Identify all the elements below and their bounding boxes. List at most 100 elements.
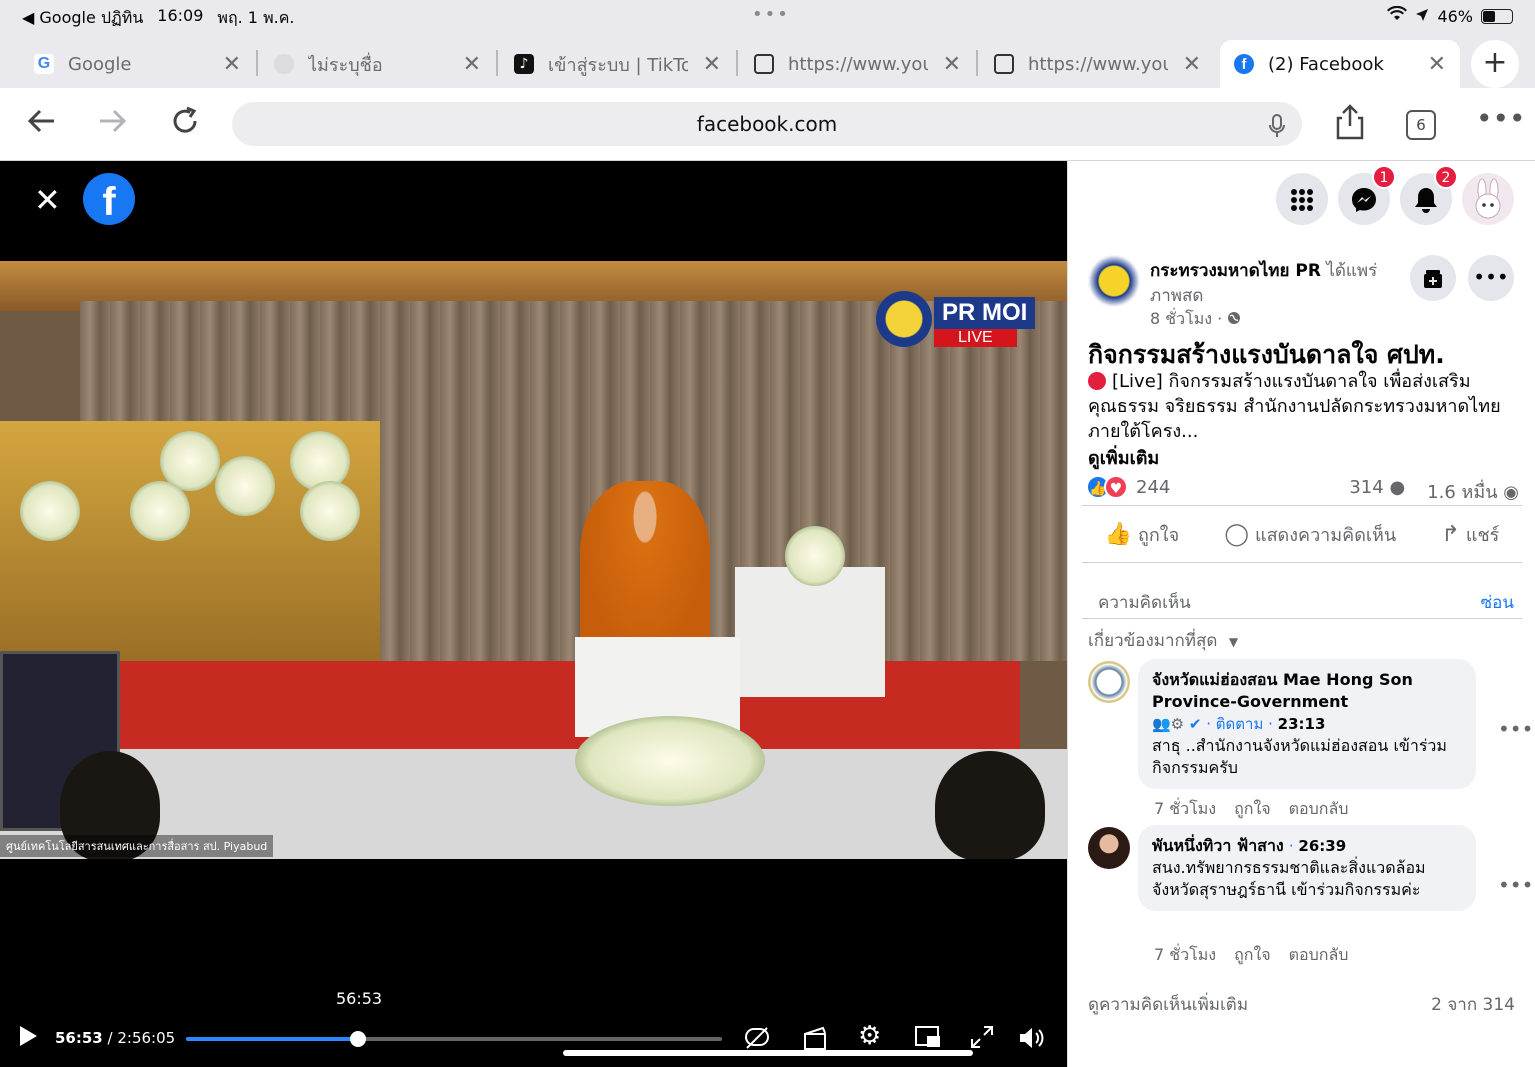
- profile-avatar[interactable]: [1462, 173, 1514, 225]
- view-more-comments-link[interactable]: ดูความคิดเห็นเพิ่มเติม: [1088, 991, 1248, 1018]
- settings-gear-icon[interactable]: ⚙: [858, 1021, 881, 1051]
- hover-time-tooltip: 56:53: [336, 989, 383, 1008]
- comment-age[interactable]: 7 ชั่วโมง: [1154, 797, 1216, 822]
- forward-arrow-icon[interactable]: [96, 104, 130, 146]
- page-icon: [754, 54, 774, 74]
- tab-google[interactable]: G Google ✕: [0, 40, 255, 88]
- back-arrow-icon[interactable]: [24, 104, 58, 146]
- multitasking-dots[interactable]: •••: [752, 4, 790, 25]
- time-display: 56:53 / 2:56:05: [55, 1029, 176, 1047]
- fullscreen-icon[interactable]: [970, 1025, 994, 1055]
- scene-table: [735, 567, 885, 697]
- seek-knob[interactable]: [350, 1031, 367, 1047]
- view-count-value: 1.6 หมื่น: [1427, 482, 1498, 503]
- close-tab-icon[interactable]: ✕: [1428, 52, 1446, 77]
- more-options-icon[interactable]: •••: [1476, 102, 1526, 135]
- comment-text: สาธุ ..สำนักงานจังหวัดแม่ฮ่องสอน เข้าร่ว…: [1152, 736, 1447, 777]
- scene-monk: [580, 481, 710, 661]
- video-player[interactable]: ✕ f PR MOI LIVE ศูนย์เทคโนโลยีสารสนเทศแล…: [0, 161, 1067, 1067]
- menu-grid-icon[interactable]: [1276, 173, 1328, 225]
- follow-link[interactable]: · ติดตาม ·: [1206, 715, 1273, 733]
- comment-sort-dropdown[interactable]: เกี่ยวข้องมากที่สุด ▼: [1088, 627, 1238, 654]
- comment-author[interactable]: พันหนึ่งทิวา ฟ้าสาง: [1152, 836, 1284, 855]
- volume-icon[interactable]: [1018, 1025, 1046, 1057]
- new-tab-button[interactable]: +: [1471, 40, 1519, 88]
- share-icon[interactable]: [1334, 104, 1366, 148]
- reload-icon[interactable]: [168, 104, 202, 146]
- play-icon[interactable]: [18, 1025, 38, 1053]
- comment-count[interactable]: 314 ●: [1349, 477, 1405, 506]
- tab-label: เข้าสู่ระบบ | TikTok: [548, 54, 688, 76]
- like-button[interactable]: 👍 ถูกใจ: [1105, 520, 1180, 549]
- reaction-summary[interactable]: 👍 ♥ 244: [1086, 475, 1170, 499]
- tab-youtube-2[interactable]: https://www.youtube ✕: [960, 40, 1215, 88]
- scene-flowers: [20, 481, 80, 541]
- scene-flowers: [575, 716, 765, 806]
- save-post-icon[interactable]: [1410, 255, 1456, 301]
- close-video-icon[interactable]: ✕: [34, 181, 61, 219]
- comment-reply-button[interactable]: ตอบกลับ: [1289, 797, 1349, 822]
- messenger-badge: 1: [1372, 165, 1396, 189]
- thumbs-up-icon: 👍: [1104, 521, 1132, 547]
- share-button[interactable]: ↱ แชร์: [1441, 520, 1499, 549]
- clock: 16:09: [157, 6, 204, 25]
- tab-tiktok[interactable]: ♪ เข้าสู่ระบบ | TikTok ✕: [480, 40, 735, 88]
- address-bar[interactable]: facebook.com: [232, 102, 1302, 146]
- tab-label: https://www.youtube: [788, 53, 928, 75]
- tiktok-icon: ♪: [514, 54, 534, 74]
- comment-more-icon[interactable]: •••: [1498, 717, 1533, 741]
- see-more-link[interactable]: ดูเพิ่มเติม: [1088, 443, 1159, 472]
- close-tab-icon[interactable]: ✕: [943, 52, 961, 77]
- separator-dot: ·: [1288, 837, 1294, 855]
- page-name-link[interactable]: กระทรวงมหาดไทย PR: [1150, 261, 1321, 281]
- comments-header: ความคิดเห็น ซ่อน: [1082, 581, 1522, 619]
- comment-more-icon[interactable]: •••: [1498, 873, 1533, 897]
- comment-age[interactable]: 7 ชั่วโมง: [1154, 943, 1216, 968]
- ministry-seal-icon: [876, 291, 932, 347]
- post-time[interactable]: 8 ชั่วโมง ·: [1150, 307, 1241, 332]
- messenger-icon[interactable]: 1: [1338, 165, 1396, 225]
- comment-bubble: พันหนึ่งทิวา ฟ้าสาง · 26:39 สนง.ทรัพยากร…: [1138, 825, 1476, 911]
- close-tab-icon[interactable]: ✕: [1183, 52, 1201, 77]
- google-icon: G: [34, 54, 54, 74]
- notifications-bell-icon[interactable]: 2: [1400, 165, 1458, 225]
- post-more-icon[interactable]: •••: [1468, 255, 1514, 301]
- comment-like-button[interactable]: ถูกใจ: [1234, 797, 1271, 822]
- duration: 2:56:05: [117, 1029, 176, 1047]
- facebook-logo[interactable]: f: [83, 173, 135, 225]
- comments-label: ความคิดเห็น: [1098, 593, 1191, 613]
- eye-icon: ◉: [1503, 482, 1519, 503]
- comment-avatar[interactable]: [1088, 827, 1130, 869]
- tab-facebook[interactable]: f (2) Facebook ✕: [1220, 40, 1460, 88]
- close-tab-icon[interactable]: ✕: [223, 52, 241, 77]
- post-actions: 👍 ถูกใจ ◯ แสดงความคิดเห็น ↱ แชร์: [1082, 505, 1522, 563]
- comment-reply-button[interactable]: ตอบกลับ: [1289, 943, 1349, 968]
- seek-bar[interactable]: [186, 1031, 722, 1047]
- love-reaction-icon: ♥: [1104, 475, 1128, 499]
- seek-bar-fill: [186, 1037, 359, 1041]
- hide-comments-link[interactable]: ซ่อน: [1481, 589, 1514, 616]
- comment-author[interactable]: จังหวัดแม่ฮ่องสอน Mae Hong Son Province-…: [1152, 669, 1462, 713]
- video-frame[interactable]: PR MOI LIVE ศูนย์เทคโนโลยีสารสนเทศและการ…: [0, 261, 1067, 859]
- comment-timestamp[interactable]: 23:13: [1278, 715, 1326, 733]
- video-caption: ศูนย์เทคโนโลยีสารสนเทศและการสื่อสาร สป. …: [0, 835, 274, 857]
- close-tab-icon[interactable]: ✕: [703, 52, 721, 77]
- tab-incognito[interactable]: ไม่ระบุชื่อ ✕: [240, 40, 495, 88]
- url-text: facebook.com: [696, 112, 838, 136]
- tab-count-button[interactable]: 6: [1406, 110, 1436, 140]
- comment-actions: 7 ชั่วโมง ถูกใจ ตอบกลับ: [1154, 797, 1348, 822]
- microphone-icon[interactable]: [1268, 102, 1286, 146]
- page-avatar[interactable]: [1088, 255, 1140, 307]
- comment-like-button[interactable]: ถูกใจ: [1234, 943, 1271, 968]
- back-to-app-link[interactable]: ◀ Google ปฏิทิน: [22, 6, 143, 31]
- comment-avatar[interactable]: [1088, 661, 1130, 703]
- pr-moi-text: PR MOI: [934, 297, 1036, 329]
- comment-button[interactable]: ◯ แสดงความคิดเห็น: [1224, 520, 1396, 549]
- public-globe-icon: [1227, 309, 1241, 328]
- tab-youtube-1[interactable]: https://www.youtube ✕: [720, 40, 975, 88]
- comment-timestamp[interactable]: 26:39: [1298, 837, 1346, 855]
- share-arrow-icon: ↱: [1441, 521, 1460, 547]
- close-tab-icon[interactable]: ✕: [463, 52, 481, 77]
- notifications-badge: 2: [1434, 165, 1458, 189]
- home-indicator[interactable]: [563, 1050, 973, 1056]
